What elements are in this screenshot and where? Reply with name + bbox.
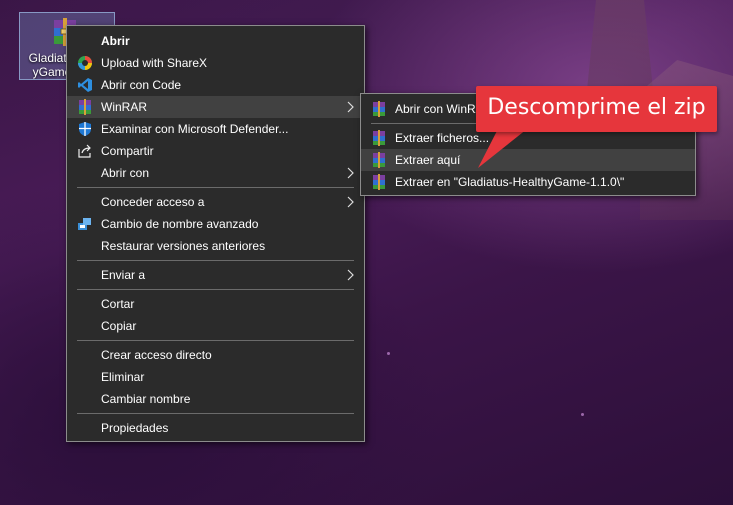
menu-item-abrir-con-code[interactable]: Abrir con Code [67, 74, 364, 96]
menu-item-label: Abrir con [101, 166, 150, 180]
menu-item-eliminar[interactable]: Eliminar [67, 366, 364, 388]
menu-item-defender[interactable]: Examinar con Microsoft Defender... [67, 118, 364, 140]
menu-item-label: Cambio de nombre avanzado [101, 217, 259, 231]
menu-item-upload-sharex[interactable]: Upload with ShareX [67, 52, 364, 74]
winrar-icon [373, 130, 385, 146]
menu-item-label: Copiar [101, 319, 137, 333]
winrar-icon [373, 174, 385, 190]
submenu-item-extraer-en[interactable]: Extraer en "Gladiatus-HealthyGame-1.1.0\… [361, 171, 695, 193]
menu-item-abrir[interactable]: Abrir [67, 30, 364, 52]
menu-separator [77, 413, 354, 414]
background-sparkle [581, 413, 584, 416]
menu-item-label: Upload with ShareX [101, 56, 208, 70]
menu-item-compartir[interactable]: Compartir [67, 140, 364, 162]
vscode-icon [78, 78, 92, 92]
submenu-item-label: Extraer en "Gladiatus-HealthyGame-1.1.0\… [395, 175, 625, 189]
menu-item-cortar[interactable]: Cortar [67, 293, 364, 315]
annotation-text: Descomprime el zip [487, 95, 706, 120]
menu-item-crear-acceso-directo[interactable]: Crear acceso directo [67, 344, 364, 366]
menu-item-label: Enviar a [101, 268, 146, 282]
menu-item-cambio-nombre-avanzado[interactable]: Cambio de nombre avanzado [67, 213, 364, 235]
menu-item-label: Crear acceso directo [101, 348, 212, 362]
menu-separator [77, 340, 354, 341]
chevron-right-icon [347, 101, 354, 113]
menu-item-label: WinRAR [101, 100, 148, 114]
menu-item-restaurar-versiones[interactable]: Restaurar versiones anteriores [67, 235, 364, 257]
menu-item-cambiar-nombre[interactable]: Cambiar nombre [67, 388, 364, 410]
menu-separator [77, 187, 354, 188]
menu-item-label: Cambiar nombre [101, 392, 191, 406]
menu-item-winrar[interactable]: WinRAR [67, 96, 364, 118]
menu-item-conceder-acceso[interactable]: Conceder acceso a [67, 191, 364, 213]
winrar-icon [79, 99, 91, 115]
menu-separator [77, 260, 354, 261]
chevron-right-icon [347, 196, 354, 208]
menu-item-label: Abrir con Code [101, 78, 182, 92]
chevron-right-icon [347, 167, 354, 179]
menu-item-label: Abrir [101, 34, 130, 48]
menu-item-label: Propiedades [101, 421, 169, 435]
menu-item-enviar-a[interactable]: Enviar a [67, 264, 364, 286]
share-icon [78, 144, 91, 158]
menu-item-abrir-con[interactable]: Abrir con [67, 162, 364, 184]
menu-item-label: Examinar con Microsoft Defender... [101, 122, 289, 136]
menu-item-label: Cortar [101, 297, 135, 311]
submenu-item-label: Extraer aquí [395, 153, 461, 167]
rename-tool-icon [78, 218, 91, 230]
chevron-right-icon [347, 269, 354, 281]
winrar-icon [373, 152, 385, 168]
menu-item-label: Compartir [101, 144, 154, 158]
sharex-icon [78, 56, 92, 70]
menu-item-propiedades[interactable]: Propiedades [67, 417, 364, 439]
annotation-callout: Descomprime el zip [476, 86, 717, 132]
winrar-icon [373, 101, 385, 117]
background-sparkle [387, 352, 390, 355]
defender-shield-icon [79, 122, 91, 136]
context-menu: Abrir Upload with ShareX Abrir con Code … [66, 25, 365, 442]
menu-item-label: Conceder acceso a [101, 195, 205, 209]
menu-item-label: Restaurar versiones anteriores [101, 239, 266, 253]
menu-separator [77, 289, 354, 290]
menu-item-label: Eliminar [101, 370, 145, 384]
menu-item-copiar[interactable]: Copiar [67, 315, 364, 337]
